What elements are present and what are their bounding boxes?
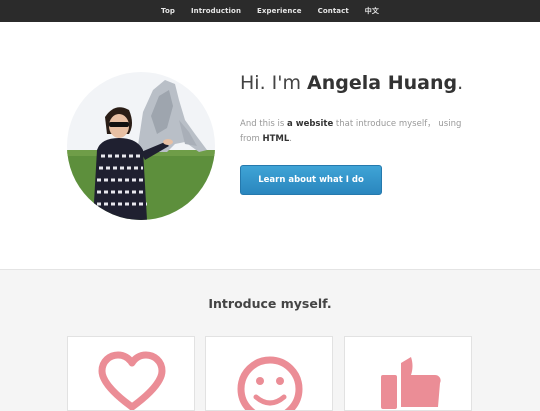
greeting-text: Hi. I'm [240, 72, 308, 94]
profile-photo [67, 72, 215, 220]
section-title: Introduce myself. [208, 296, 332, 311]
feature-card-heart [67, 336, 195, 411]
hero-intro: And this is a website that introduce mys… [240, 117, 465, 147]
hero-heading: Hi. I'm Angela Huang. [240, 72, 463, 94]
top-nav: Top Introduction Experience Contact 中文 [0, 0, 540, 22]
intro-text-1: And this is [240, 119, 288, 129]
feature-card-thumbs-up [344, 336, 472, 411]
nav-link-experience[interactable]: Experience [257, 7, 302, 15]
intro-strong-html: HTML [262, 134, 290, 144]
nav-link-contact[interactable]: Contact [318, 7, 349, 15]
heart-icon [98, 351, 166, 410]
heading-period: . [457, 72, 464, 94]
hero-section: Hi. I'm Angela Huang. And this is a webs… [0, 22, 540, 270]
intro-strong-website: a website [287, 119, 334, 129]
feature-card-smiley [205, 336, 333, 411]
nav-link-chinese[interactable]: 中文 [365, 6, 379, 16]
intro-text-end: . [289, 134, 292, 144]
smiley-icon [237, 356, 303, 410]
nav-link-top[interactable]: Top [161, 7, 175, 15]
nav-link-introduction[interactable]: Introduction [191, 7, 241, 15]
learn-more-button[interactable]: Learn about what I do [240, 165, 382, 195]
thumbs-up-icon [381, 357, 441, 409]
name-text: Angela Huang [307, 72, 458, 94]
